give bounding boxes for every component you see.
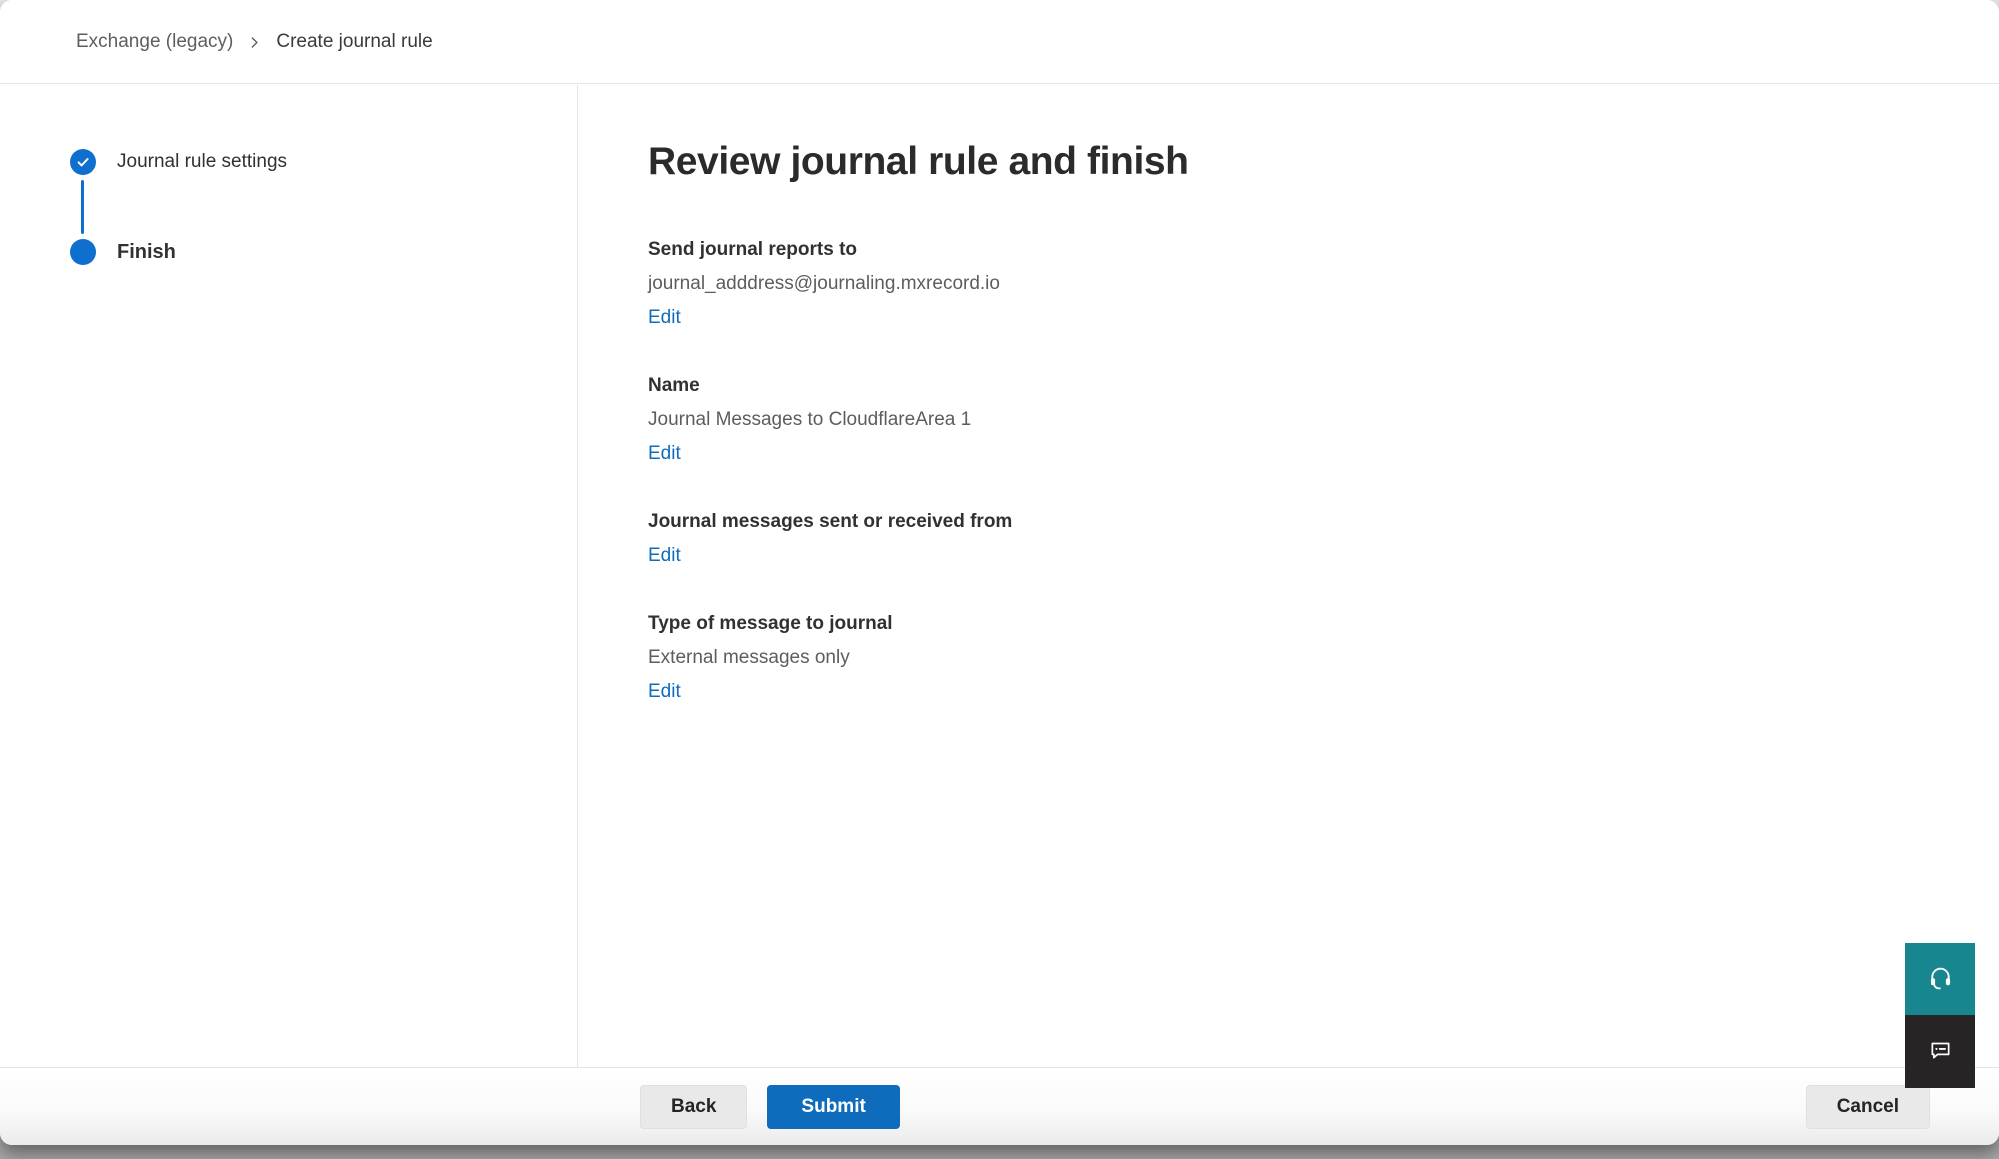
step-label: Journal rule settings	[117, 151, 287, 173]
section-label: Send journal reports to	[648, 238, 1909, 262]
wizard-step-journal-rule-settings[interactable]: Journal rule settings	[70, 149, 577, 175]
message-type-value: External messages only	[648, 646, 1909, 670]
app-window: Exchange (legacy) Create journal rule Jo…	[0, 0, 1999, 1145]
step-label: Finish	[117, 241, 176, 264]
section-name: Name Journal Messages to CloudflareArea …	[648, 374, 1909, 466]
journal-address-value: journal_adddress@journaling.mxrecord.io	[648, 272, 1909, 296]
breadcrumb: Exchange (legacy) Create journal rule	[0, 0, 1999, 84]
section-message-type: Type of message to journal External mess…	[648, 612, 1909, 704]
edit-scope-link[interactable]: Edit	[648, 544, 681, 568]
wizard-step-finish[interactable]: Finish	[70, 239, 577, 265]
edit-send-journal-reports-link[interactable]: Edit	[648, 306, 681, 330]
feedback-button[interactable]	[1905, 1015, 1975, 1088]
feedback-icon	[1927, 1037, 1954, 1067]
chevron-right-icon	[248, 34, 261, 49]
step-connector-line	[81, 180, 84, 234]
rule-name-value: Journal Messages to CloudflareArea 1	[648, 408, 1909, 432]
submit-button[interactable]: Submit	[767, 1085, 899, 1129]
section-send-journal-reports: Send journal reports to journal_adddress…	[648, 238, 1909, 330]
wizard-steps-panel: Journal rule settings Finish	[0, 85, 578, 1067]
headset-icon	[1927, 964, 1954, 994]
screen: Exchange (legacy) Create journal rule Jo…	[0, 0, 1999, 1159]
edit-message-type-link[interactable]: Edit	[648, 680, 681, 704]
action-bar: Back Submit Cancel	[0, 1067, 1999, 1145]
step-dot-icon	[70, 239, 96, 265]
section-label: Name	[648, 374, 1909, 398]
review-content: Review journal rule and finish Send jour…	[648, 85, 1909, 1067]
cancel-button[interactable]: Cancel	[1806, 1085, 1930, 1129]
action-bar-left: Back Submit	[640, 1085, 900, 1129]
page-title: Review journal rule and finish	[648, 139, 1909, 186]
back-button[interactable]: Back	[640, 1085, 747, 1129]
breadcrumb-exchange-legacy[interactable]: Exchange (legacy)	[76, 31, 233, 53]
section-label: Journal messages sent or received from	[648, 510, 1909, 534]
help-button[interactable]	[1905, 943, 1975, 1015]
check-icon	[70, 149, 96, 175]
section-label: Type of message to journal	[648, 612, 1909, 636]
floating-side-buttons	[1905, 943, 1975, 1088]
breadcrumb-create-journal-rule: Create journal rule	[276, 31, 432, 53]
section-journal-messages-scope: Journal messages sent or received from E…	[648, 510, 1909, 568]
edit-name-link[interactable]: Edit	[648, 442, 681, 466]
